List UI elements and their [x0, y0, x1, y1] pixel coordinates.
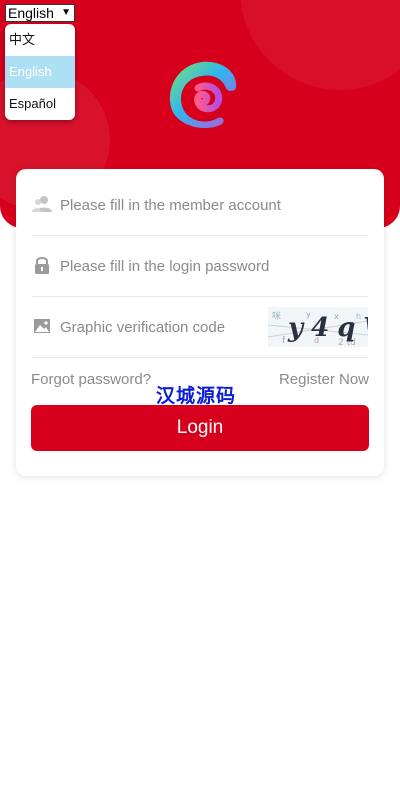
- captcha-text: y4qW: [288, 313, 368, 343]
- language-option-selected[interactable]: English: [5, 56, 75, 88]
- app-logo: [169, 61, 237, 129]
- lock-icon: [35, 257, 49, 274]
- decor-circle: [240, 0, 400, 90]
- account-field[interactable]: Please fill in the member account: [32, 175, 368, 236]
- login-button[interactable]: Login: [31, 405, 369, 451]
- password-placeholder: Please fill in the login password: [60, 258, 270, 275]
- language-option[interactable]: Español: [5, 88, 75, 120]
- image-icon: [34, 319, 50, 333]
- users-icon: [32, 196, 52, 212]
- captcha-field[interactable]: Graphic verification code 咪 f y d x 2 td…: [32, 297, 368, 358]
- svg-text:f: f: [282, 336, 286, 346]
- svg-text:咪: 咪: [272, 311, 281, 322]
- login-card: Please fill in the member account Please…: [16, 169, 384, 476]
- chevron-down-icon: ▼: [61, 7, 71, 18]
- language-select[interactable]: English ▼: [5, 4, 75, 22]
- register-link[interactable]: Register Now: [279, 371, 369, 388]
- captcha-image[interactable]: 咪 f y d x 2 td h y4qW: [268, 307, 368, 347]
- language-option[interactable]: 中文: [5, 24, 75, 56]
- captcha-placeholder: Graphic verification code: [60, 319, 226, 336]
- password-field[interactable]: Please fill in the login password: [32, 236, 368, 297]
- forgot-password-link[interactable]: Forgot password?: [31, 371, 151, 388]
- language-dropdown-list: 中文 English Español: [5, 24, 75, 120]
- account-placeholder: Please fill in the member account: [60, 197, 281, 214]
- watermark-text: 汉城源码: [156, 386, 237, 407]
- language-selected-value: English: [8, 5, 54, 21]
